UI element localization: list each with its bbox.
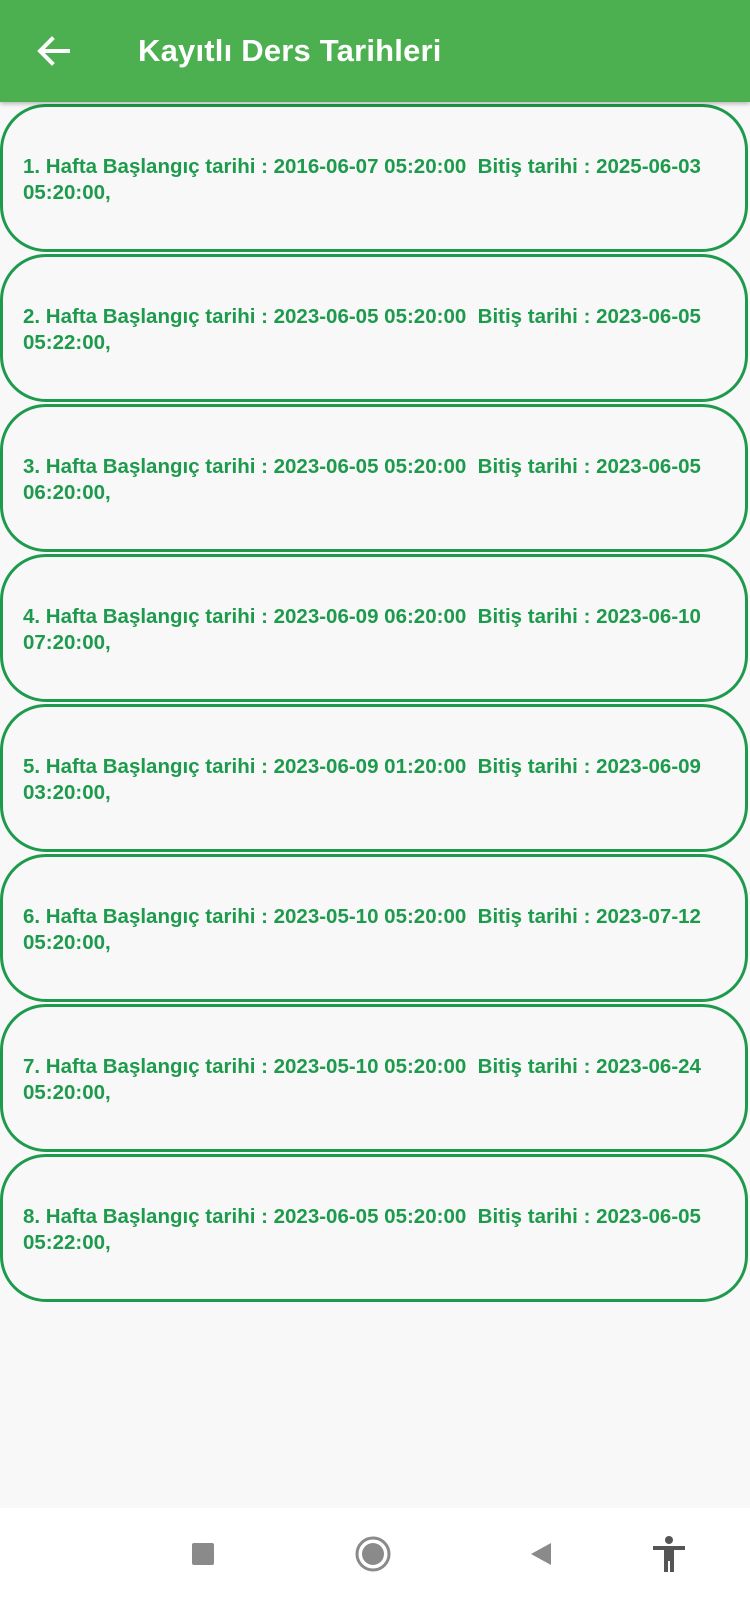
accessibility-button[interactable] <box>643 1528 695 1580</box>
entry-list: 1. Hafta Başlangıç tarihi : 2016-06-07 0… <box>0 104 750 1304</box>
home-button[interactable] <box>347 1528 399 1580</box>
list-item-text: 6. Hafta Başlangıç tarihi : 2023-05-10 0… <box>23 905 707 954</box>
list-item[interactable]: 4. Hafta Başlangıç tarihi : 2023-06-09 0… <box>0 554 748 702</box>
page-title: Kayıtlı Ders Tarihleri <box>138 33 442 68</box>
home-circle-icon <box>355 1536 391 1572</box>
list-item[interactable]: 6. Hafta Başlangıç tarihi : 2023-05-10 0… <box>0 854 748 1002</box>
list-item-text: 2. Hafta Başlangıç tarihi : 2023-06-05 0… <box>23 305 707 354</box>
back-triangle-icon <box>531 1543 551 1565</box>
list-item-text: 7. Hafta Başlangıç tarihi : 2023-05-10 0… <box>23 1055 707 1104</box>
accessibility-icon <box>653 1536 685 1572</box>
list-item[interactable]: 7. Hafta Başlangıç tarihi : 2023-05-10 0… <box>0 1004 748 1152</box>
system-back-button[interactable] <box>515 1528 567 1580</box>
list-item[interactable]: 3. Hafta Başlangıç tarihi : 2023-06-05 0… <box>0 404 748 552</box>
list-item[interactable]: 8. Hafta Başlangıç tarihi : 2023-06-05 0… <box>0 1154 748 1302</box>
list-item[interactable]: 1. Hafta Başlangıç tarihi : 2016-06-07 0… <box>0 104 748 252</box>
list-item-text: 8. Hafta Başlangıç tarihi : 2023-06-05 0… <box>23 1205 707 1254</box>
list-item-text: 3. Hafta Başlangıç tarihi : 2023-06-05 0… <box>23 455 707 504</box>
list-item[interactable]: 5. Hafta Başlangıç tarihi : 2023-06-09 0… <box>0 704 748 852</box>
list-item-text: 4. Hafta Başlangıç tarihi : 2023-06-09 0… <box>23 605 707 654</box>
recents-button[interactable] <box>177 1528 229 1580</box>
system-nav-bar <box>0 1508 750 1600</box>
list-item-text: 1. Hafta Başlangıç tarihi : 2016-06-07 0… <box>23 155 707 204</box>
arrow-left-icon <box>37 36 70 66</box>
list-item[interactable]: 2. Hafta Başlangıç tarihi : 2023-06-05 0… <box>0 254 748 402</box>
app-bar: Kayıtlı Ders Tarihleri <box>0 0 750 102</box>
list-item-text: 5. Hafta Başlangıç tarihi : 2023-06-09 0… <box>23 755 707 804</box>
recents-square-icon <box>192 1543 214 1565</box>
back-button[interactable] <box>30 28 76 74</box>
